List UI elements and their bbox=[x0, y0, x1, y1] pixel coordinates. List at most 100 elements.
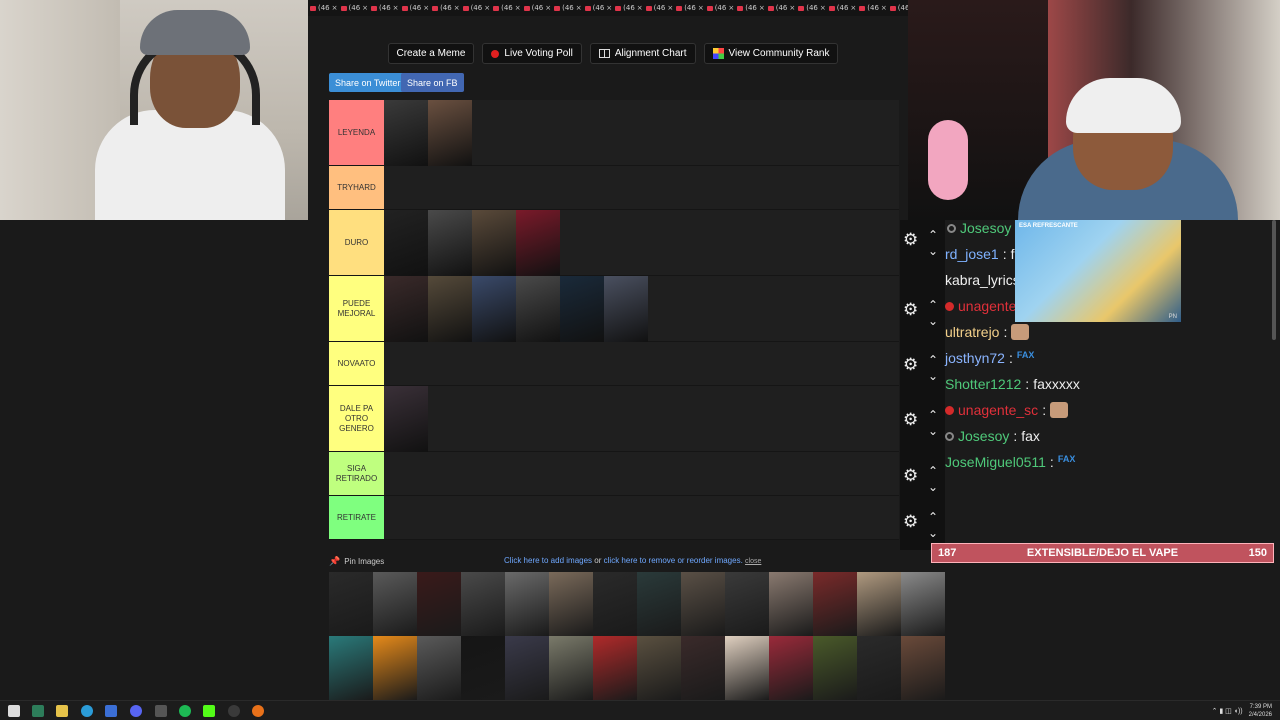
spotify-icon[interactable] bbox=[179, 705, 191, 717]
chrome-icon[interactable] bbox=[252, 705, 264, 717]
browser-tab[interactable]: (46× bbox=[615, 0, 643, 16]
community-rank-button[interactable]: View Community Rank bbox=[703, 43, 839, 64]
tier-item-image[interactable] bbox=[516, 210, 560, 276]
pool-image[interactable] bbox=[373, 636, 417, 700]
browser-tab[interactable]: (46× bbox=[371, 0, 399, 16]
pool-image[interactable] bbox=[461, 636, 505, 700]
pool-image[interactable] bbox=[769, 636, 813, 700]
chat-username[interactable]: rd_jose1 bbox=[945, 246, 999, 262]
pool-image[interactable] bbox=[637, 636, 681, 700]
pool-image[interactable] bbox=[329, 572, 373, 636]
chat-username[interactable]: ultratrejo bbox=[945, 324, 999, 340]
chevron-down-icon[interactable]: ⌄ bbox=[928, 527, 938, 539]
chevron-up-icon[interactable]: ⌃ bbox=[928, 409, 938, 421]
chat-username[interactable]: josthyn72 bbox=[945, 350, 1005, 366]
tier-label[interactable]: NOVAATO bbox=[329, 342, 384, 385]
tab-close-icon[interactable]: × bbox=[637, 4, 643, 12]
pool-image[interactable] bbox=[637, 572, 681, 636]
pool-image[interactable] bbox=[417, 572, 461, 636]
tab-close-icon[interactable]: × bbox=[515, 4, 521, 12]
browser-tab[interactable]: (46× bbox=[493, 0, 521, 16]
pool-image[interactable] bbox=[417, 636, 461, 700]
kick-icon[interactable] bbox=[203, 705, 215, 717]
tab-close-icon[interactable]: × bbox=[332, 4, 338, 12]
tier-item-image[interactable] bbox=[516, 276, 560, 342]
tier-drop-zone[interactable] bbox=[384, 210, 899, 276]
browser-tab[interactable]: (46× bbox=[676, 0, 704, 16]
tier-item-image[interactable] bbox=[384, 210, 428, 276]
tier-drop-zone[interactable] bbox=[384, 342, 899, 385]
chevron-up-icon[interactable]: ⌃ bbox=[928, 354, 938, 366]
gear-icon[interactable]: ⚙ bbox=[903, 302, 918, 319]
chat-username[interactable]: Josesoy bbox=[958, 428, 1009, 444]
gear-icon[interactable]: ⚙ bbox=[903, 357, 918, 374]
pool-image[interactable] bbox=[681, 636, 725, 700]
chevron-down-icon[interactable]: ⌄ bbox=[928, 370, 938, 382]
tier-label[interactable]: DURO bbox=[329, 210, 384, 275]
browser-tab[interactable]: (46× bbox=[523, 0, 551, 16]
pool-image[interactable] bbox=[373, 572, 417, 636]
pool-image[interactable] bbox=[549, 636, 593, 700]
chat-username[interactable]: unagente_sc bbox=[958, 402, 1038, 418]
pool-image[interactable] bbox=[505, 572, 549, 636]
pool-image[interactable] bbox=[901, 572, 945, 636]
tier-label[interactable]: RETIRATE bbox=[329, 496, 384, 539]
browser-tab[interactable]: (46× bbox=[401, 0, 429, 16]
browser-tab[interactable]: (46× bbox=[645, 0, 673, 16]
pool-image[interactable] bbox=[681, 572, 725, 636]
discord-icon[interactable] bbox=[130, 705, 142, 717]
live-voting-button[interactable]: Live Voting Poll bbox=[482, 43, 582, 64]
chevron-up-icon[interactable]: ⌃ bbox=[928, 465, 938, 477]
remove-images-link[interactable]: click here to remove or reorder images. bbox=[604, 556, 743, 565]
alignment-chart-button[interactable]: Alignment Chart bbox=[589, 43, 696, 64]
tab-close-icon[interactable]: × bbox=[576, 4, 582, 12]
create-meme-button[interactable]: Create a Meme bbox=[387, 43, 475, 64]
start-icon[interactable] bbox=[8, 705, 20, 717]
tier-item-image[interactable] bbox=[560, 276, 604, 342]
tier-label[interactable]: SIGA RETIRADO bbox=[329, 452, 384, 495]
tab-close-icon[interactable]: × bbox=[820, 4, 826, 12]
browser-tab[interactable]: (46× bbox=[310, 0, 338, 16]
add-images-link[interactable]: Click here to add images bbox=[504, 556, 592, 565]
tier-drop-zone[interactable] bbox=[384, 276, 899, 342]
gear-icon[interactable]: ⚙ bbox=[903, 412, 918, 429]
tab-close-icon[interactable]: × bbox=[423, 4, 429, 12]
pool-image[interactable] bbox=[329, 636, 373, 700]
chevron-up-icon[interactable]: ⌃ bbox=[928, 511, 938, 523]
tab-close-icon[interactable]: × bbox=[362, 4, 368, 12]
tier-label[interactable]: TRYHARD bbox=[329, 166, 384, 209]
chevron-down-icon[interactable]: ⌄ bbox=[928, 425, 938, 437]
pool-image[interactable] bbox=[769, 572, 813, 636]
browser-tab[interactable]: (46× bbox=[889, 0, 908, 16]
browser-tab[interactable]: (46× bbox=[584, 0, 612, 16]
tab-close-icon[interactable]: × bbox=[606, 4, 612, 12]
share-facebook-button[interactable]: Share on FB bbox=[401, 73, 464, 92]
tab-close-icon[interactable]: × bbox=[454, 4, 460, 12]
chat-username[interactable]: Josesoy bbox=[960, 220, 1011, 236]
chat-username[interactable]: Shotter1212 bbox=[945, 376, 1021, 392]
browser-icon[interactable] bbox=[81, 705, 93, 717]
pool-image[interactable] bbox=[505, 636, 549, 700]
tier-drop-zone[interactable] bbox=[384, 452, 899, 495]
tier-drop-zone[interactable] bbox=[384, 100, 899, 166]
tier-drop-zone[interactable] bbox=[384, 166, 899, 209]
tier-label[interactable]: LEYENDA bbox=[329, 100, 384, 165]
chat-username[interactable]: JoseMiguel0511 bbox=[945, 454, 1046, 470]
tier-item-image[interactable] bbox=[428, 210, 472, 276]
tab-close-icon[interactable]: × bbox=[484, 4, 490, 12]
share-twitter-button[interactable]: Share on Twitter bbox=[329, 73, 407, 92]
browser-tab[interactable]: (46× bbox=[432, 0, 460, 16]
tier-item-image[interactable] bbox=[384, 100, 428, 166]
pool-image[interactable] bbox=[813, 572, 857, 636]
pool-image[interactable] bbox=[813, 636, 857, 700]
tab-close-icon[interactable]: × bbox=[393, 4, 399, 12]
tab-close-icon[interactable]: × bbox=[881, 4, 887, 12]
chevron-up-icon[interactable]: ⌃ bbox=[928, 229, 938, 241]
browser-tab[interactable]: (46× bbox=[737, 0, 765, 16]
app-icon[interactable] bbox=[32, 705, 44, 717]
folder-icon[interactable] bbox=[56, 705, 68, 717]
tier-item-image[interactable] bbox=[472, 210, 516, 276]
pool-image[interactable] bbox=[857, 572, 901, 636]
tier-label[interactable]: DALE PA OTRO GENERO bbox=[329, 386, 384, 451]
chevron-down-icon[interactable]: ⌄ bbox=[928, 481, 938, 493]
